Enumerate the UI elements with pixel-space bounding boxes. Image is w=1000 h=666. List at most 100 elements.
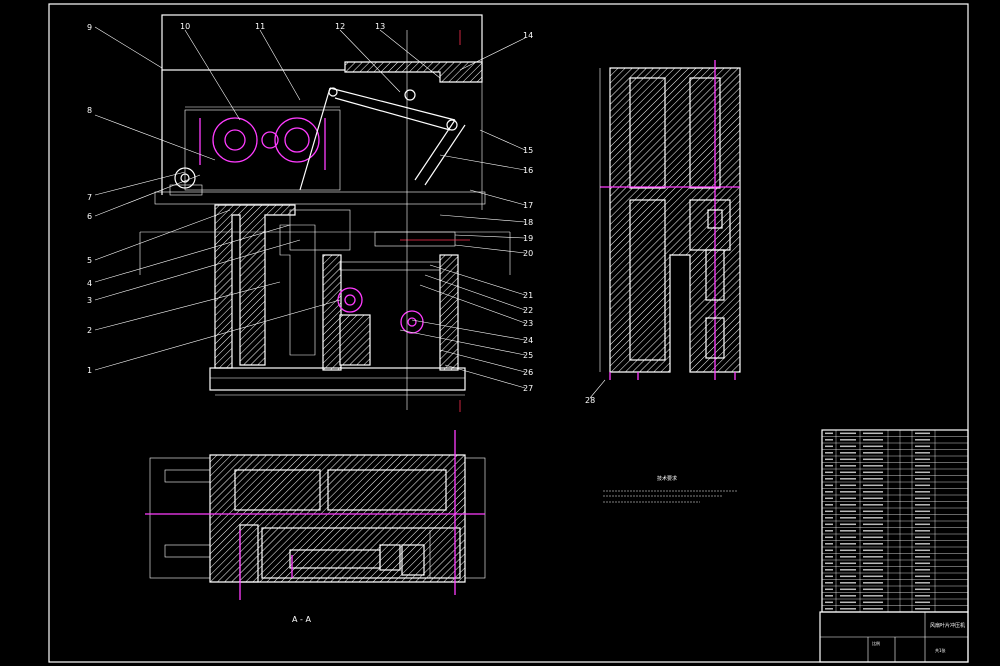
parts-list-cell-mark	[825, 484, 833, 487]
parts-list-cell-mark	[825, 543, 833, 545]
parts-list-cell-mark	[840, 608, 856, 610]
parts-list-cell-mark	[863, 595, 883, 597]
parts-list-cell-mark	[840, 497, 856, 500]
callout-3: 3	[87, 296, 92, 305]
parts-list-cell-mark	[840, 465, 856, 467]
callout-19: 19	[523, 234, 533, 243]
parts-list-cell-mark	[840, 569, 856, 571]
parts-list-cell-mark	[840, 543, 856, 545]
parts-list-cell-mark	[825, 517, 833, 519]
parts-list-cell-mark	[863, 536, 883, 539]
parts-list-cell-mark	[825, 536, 833, 539]
technical-requirements: 技术要求	[603, 475, 738, 503]
callout-15: 15	[523, 146, 533, 155]
parts-list-cell-mark	[863, 517, 883, 519]
parts-list-cell-mark	[840, 439, 856, 441]
parts-list-cell-mark	[825, 582, 833, 584]
callout-26: 26	[523, 368, 533, 377]
parts-list-cell-mark	[825, 445, 833, 448]
parts-list-cell-mark	[863, 543, 883, 545]
parts-list-cell-mark	[825, 497, 833, 500]
parts-list-cell-mark	[840, 471, 856, 474]
section-label: A - A	[292, 615, 311, 624]
callout-7: 7	[87, 193, 92, 202]
parts-list-cell-mark	[840, 458, 856, 461]
callout-18: 18	[523, 218, 533, 227]
parts-list-cell-mark	[825, 530, 833, 532]
parts-list-cell-mark	[840, 582, 856, 584]
section-aa-view: A - A	[145, 430, 486, 624]
parts-list-cell-mark	[915, 523, 930, 526]
parts-list-cell-mark	[825, 549, 833, 552]
parts-list-cell-mark	[915, 517, 930, 519]
parts-list-cell-mark	[915, 458, 930, 461]
parts-list-cell-mark	[863, 452, 883, 454]
callout-12: 12	[335, 22, 345, 31]
parts-list-cell-mark	[840, 536, 856, 539]
parts-list-cell-mark	[825, 491, 833, 493]
scale-field: 比例	[872, 640, 880, 646]
callout-20: 20	[523, 249, 533, 258]
parts-list-cell-mark	[915, 543, 930, 545]
parts-list-cell-mark	[863, 510, 883, 513]
parts-list-cell-mark	[840, 432, 856, 435]
parts-list-cell-mark	[840, 588, 856, 591]
callout-21: 21	[523, 291, 533, 300]
title-block: 风扇叶片冲压机 比例 共1张	[819, 611, 969, 663]
parts-list-cell-mark	[863, 608, 883, 610]
parts-list-cell-mark	[915, 588, 930, 591]
parts-list-cell-mark	[840, 601, 856, 604]
parts-list-cell-mark	[863, 484, 883, 487]
parts-list-cell-mark	[915, 432, 930, 435]
parts-list-cell-mark	[915, 601, 930, 604]
parts-list-cell-mark	[915, 478, 930, 480]
parts-list-cell-mark	[863, 465, 883, 467]
sheet-count: 共1张	[935, 647, 946, 653]
parts-list-cell-mark	[915, 530, 930, 532]
callout-2: 2	[87, 326, 92, 335]
parts-list-cell-mark	[840, 530, 856, 532]
parts-list-cell-mark	[840, 510, 856, 513]
parts-list-cell-mark	[915, 471, 930, 474]
parts-list-cell-mark	[863, 458, 883, 461]
callout-6: 6	[87, 212, 92, 221]
parts-list-cell-mark	[915, 569, 930, 571]
parts-list-cell-mark	[915, 595, 930, 597]
parts-list-cell-mark	[915, 536, 930, 539]
parts-list-cell-mark	[863, 432, 883, 435]
callout-5: 5	[87, 256, 92, 265]
parts-list	[821, 429, 969, 613]
parts-list-cell-mark	[863, 582, 883, 584]
drawing-title: 风扇叶片冲压机	[930, 622, 965, 629]
parts-list-cell-mark	[915, 491, 930, 493]
parts-list-cell-mark	[840, 523, 856, 526]
parts-list-cell-mark	[863, 562, 883, 565]
parts-list-cell-mark	[915, 439, 930, 441]
main-elevation-view	[139, 14, 511, 412]
parts-list-cell-mark	[863, 569, 883, 571]
parts-list-cell-mark	[863, 504, 883, 506]
callout-13: 13	[375, 22, 385, 31]
parts-list-cell-mark	[863, 549, 883, 552]
parts-list-cell-mark	[915, 465, 930, 467]
parts-list-cell-mark	[825, 471, 833, 474]
parts-list-cell-mark	[863, 439, 883, 441]
parts-list-cell-mark	[915, 582, 930, 584]
side-view	[599, 60, 741, 380]
parts-list-cell-mark	[825, 504, 833, 506]
parts-list-cell-mark	[840, 556, 856, 558]
parts-list-cell-mark	[840, 562, 856, 565]
parts-list-cell-mark	[825, 465, 833, 467]
callout-24: 24	[523, 336, 533, 345]
parts-list-cell-mark	[863, 497, 883, 500]
parts-list-cell-mark	[863, 601, 883, 604]
callout-4: 4	[87, 279, 92, 288]
parts-list-cell-mark	[840, 575, 856, 578]
parts-list-cell-mark	[863, 588, 883, 591]
callout-22: 22	[523, 306, 533, 315]
parts-list-cell-mark	[825, 510, 833, 513]
parts-list-cell-mark	[840, 504, 856, 506]
parts-list-cell-mark	[915, 556, 930, 558]
parts-list-cell-mark	[825, 569, 833, 571]
parts-list-cell-mark	[825, 439, 833, 441]
